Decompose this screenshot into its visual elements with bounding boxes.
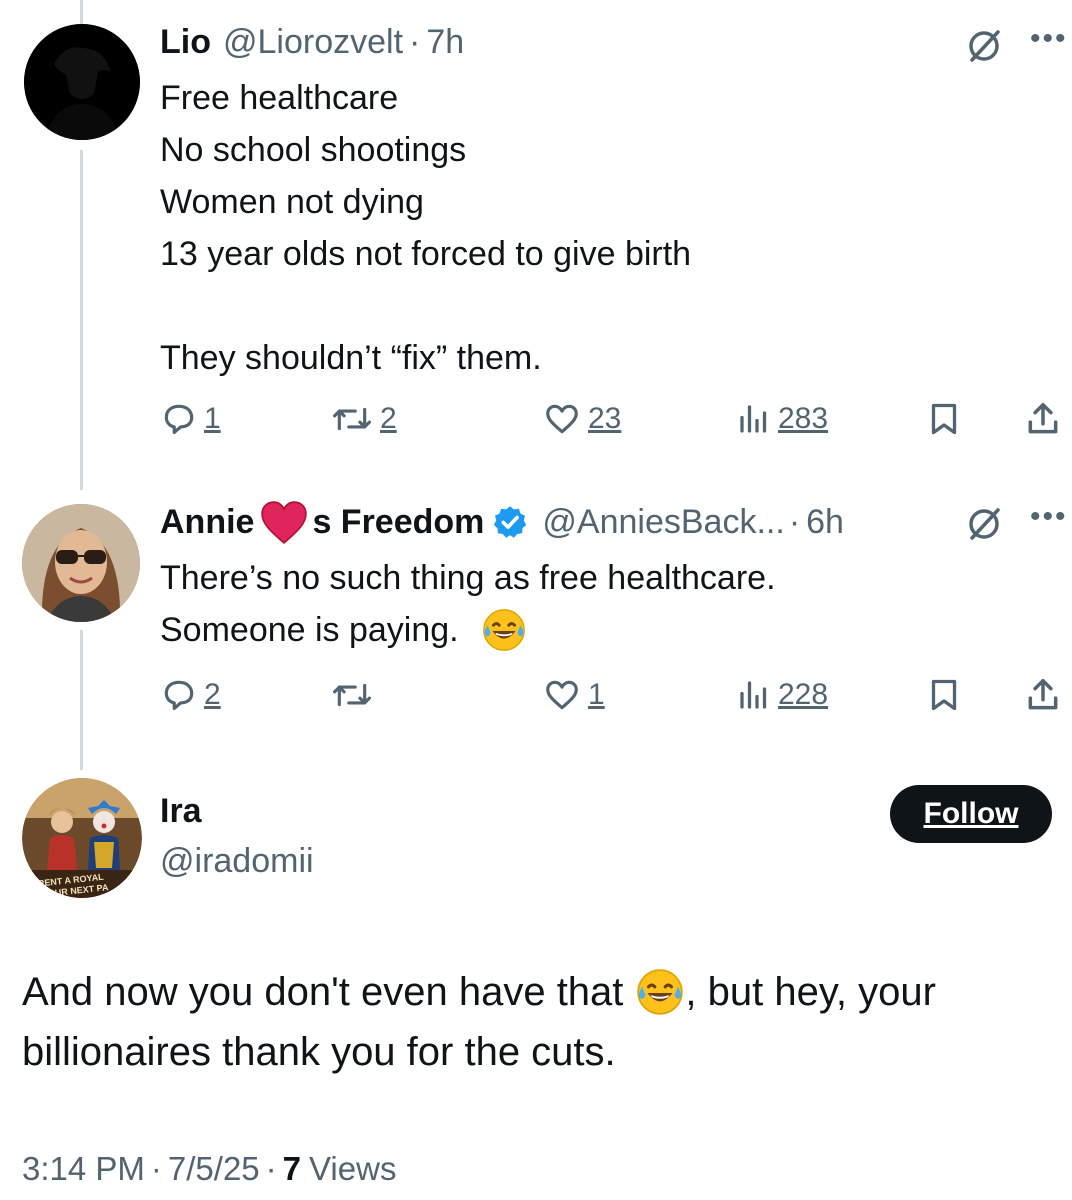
bookmark-icon bbox=[931, 679, 957, 711]
analytics-icon bbox=[740, 681, 767, 709]
views-count: 7 bbox=[282, 1150, 302, 1187]
share-icon bbox=[1028, 679, 1058, 710]
views-label: Views bbox=[309, 1150, 397, 1187]
repost-button[interactable]: 2 bbox=[330, 394, 397, 444]
share-button[interactable] bbox=[1024, 670, 1062, 720]
tweet-header-lio: Lio @Liorozvelt · 7h bbox=[160, 20, 464, 64]
avatar-ira[interactable]: RENT A ROYAL YOUR NEXT PA bbox=[22, 778, 142, 898]
share-icon bbox=[1028, 403, 1058, 434]
verified-badge-icon bbox=[494, 506, 527, 538]
repost-count: 2 bbox=[380, 402, 397, 435]
tweet-body-annie: There’s no such thing as free healthcare… bbox=[160, 552, 776, 656]
author-name[interactable]: Lio bbox=[160, 23, 211, 62]
view-count: 283 bbox=[778, 402, 829, 435]
heart-icon bbox=[546, 680, 578, 710]
bookmark-icon bbox=[931, 403, 957, 435]
post-meta: 3:14 PM · 7/5/25 · 7 Views bbox=[22, 1150, 396, 1188]
post-line-1: And now you don't even have that , but h… bbox=[22, 962, 936, 1022]
reply-icon bbox=[164, 680, 194, 711]
thread-line-2 bbox=[80, 150, 83, 490]
bookmark-button[interactable] bbox=[926, 670, 962, 720]
reply-button[interactable]: 1 bbox=[160, 394, 221, 444]
separator: · bbox=[265, 1150, 277, 1187]
share-button[interactable] bbox=[1024, 394, 1062, 444]
avatar-lio[interactable] bbox=[24, 24, 140, 140]
tweet-body-lio: Free healthcare No school shootings Wome… bbox=[160, 72, 691, 384]
tweet-line bbox=[160, 280, 691, 332]
grok-icon[interactable] bbox=[964, 26, 1004, 66]
action-bar-lio: 1 2 23 283 bbox=[160, 394, 1066, 444]
author-handle[interactable]: @iradomii bbox=[160, 842, 314, 881]
red-heart-emoji-icon bbox=[261, 501, 308, 545]
analytics-icon bbox=[740, 405, 767, 433]
separator: · bbox=[788, 502, 801, 541]
tweet-line: Women not dying bbox=[160, 183, 424, 221]
grok-icon[interactable] bbox=[964, 504, 1004, 544]
author-handle[interactable]: @Liorozvelt bbox=[223, 23, 403, 62]
tweet-line: Someone is paying. bbox=[160, 611, 459, 649]
post-date[interactable]: 7/5/25 bbox=[168, 1150, 260, 1188]
author-handle[interactable]: @AnniesBack... bbox=[542, 503, 784, 542]
tweet-header-annie: Annie s Freedom @AnniesBack... · 6h bbox=[160, 500, 844, 545]
repost-button[interactable] bbox=[330, 670, 374, 720]
repost-icon bbox=[333, 407, 371, 431]
repost-icon bbox=[333, 683, 371, 707]
tweet-line: Free healthcare bbox=[160, 79, 399, 117]
post-time[interactable]: 3:14 PM bbox=[22, 1150, 145, 1188]
follow-button[interactable]: Follow bbox=[890, 785, 1052, 843]
reply-count: 1 bbox=[204, 402, 221, 435]
main-post-body: And now you don't even have that , but h… bbox=[22, 962, 936, 1082]
like-count: 23 bbox=[588, 402, 622, 435]
author-name-suffix[interactable]: s Freedom bbox=[312, 503, 484, 542]
post-text: , but hey, your bbox=[685, 970, 936, 1014]
separator: · bbox=[409, 22, 421, 61]
more-dots-icon[interactable]: ••• bbox=[1030, 22, 1068, 56]
tweet-line: They shouldn’t “fix” them. bbox=[160, 339, 542, 377]
tweet-line: No school shootings bbox=[160, 131, 467, 169]
heart-icon bbox=[546, 404, 578, 434]
timestamp[interactable]: 7h bbox=[426, 23, 464, 62]
author-name[interactable]: Ira bbox=[160, 792, 202, 831]
timestamp[interactable]: 6h bbox=[806, 503, 844, 542]
follow-label: Follow bbox=[923, 797, 1019, 830]
post-line-2: billionaires thank you for the cuts. bbox=[22, 1030, 616, 1074]
views-button[interactable]: 228 bbox=[736, 670, 828, 720]
reply-button[interactable]: 2 bbox=[160, 670, 221, 720]
author-name-prefix[interactable]: Annie bbox=[160, 503, 254, 542]
post-text: And now you don't even have that bbox=[22, 970, 624, 1014]
laughing-tears-emoji-icon bbox=[637, 969, 684, 1015]
laughing-tears-emoji-icon bbox=[482, 609, 525, 651]
tweet-line: 13 year olds not forced to give birth bbox=[160, 235, 692, 273]
like-button[interactable]: 1 bbox=[542, 670, 605, 720]
bookmark-button[interactable] bbox=[926, 394, 962, 444]
like-count: 1 bbox=[588, 678, 605, 711]
reply-count: 2 bbox=[204, 678, 221, 711]
reply-icon bbox=[164, 404, 194, 435]
tweet-line-with-emoji: Someone is paying. bbox=[160, 604, 776, 656]
thread-line-3 bbox=[80, 630, 83, 770]
avatar-annie[interactable] bbox=[22, 504, 140, 622]
tweet-line: There’s no such thing as free healthcare… bbox=[160, 559, 776, 597]
more-dots-icon[interactable]: ••• bbox=[1030, 500, 1068, 534]
action-bar-annie: 2 1 228 bbox=[160, 670, 1066, 720]
views-button[interactable]: 283 bbox=[736, 394, 828, 444]
view-count: 228 bbox=[778, 678, 829, 711]
like-button[interactable]: 23 bbox=[542, 394, 621, 444]
separator: · bbox=[150, 1150, 162, 1187]
